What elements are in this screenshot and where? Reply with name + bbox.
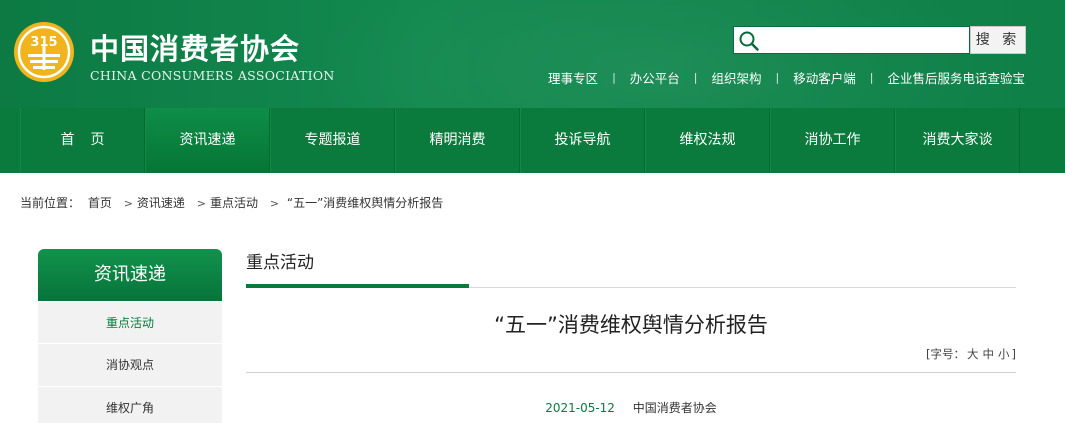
sidebar-item-rights-perspective[interactable]: 维权广角 bbox=[38, 387, 222, 423]
breadcrumb-separator: > bbox=[269, 197, 280, 210]
font-size-small[interactable]: 小 bbox=[998, 347, 1010, 361]
font-size-prefix: [字号： bbox=[926, 347, 965, 361]
article-source: 中国消费者协会 bbox=[632, 401, 717, 415]
nav-item-consumer-forum[interactable]: 消费大家谈 bbox=[895, 108, 1020, 173]
font-size-suffix: ] bbox=[1011, 347, 1017, 361]
top-link-service-lookup[interactable]: 企业售后服务电话查验宝 bbox=[873, 68, 1025, 87]
article-title: “五一”消费维权舆情分析报告 bbox=[494, 313, 768, 337]
top-link-mobile[interactable]: 移动客户端 bbox=[779, 68, 870, 87]
font-size-large[interactable]: 大 bbox=[967, 347, 979, 361]
search-input[interactable] bbox=[762, 29, 962, 51]
main-nav-bar: 首页 资讯速递 专题报道 精明消费 投诉导航 维权法规 消协工作 消费大家谈 bbox=[0, 108, 1065, 173]
nav-item-news[interactable]: 资讯速递 bbox=[145, 108, 270, 173]
search-button[interactable]: 搜 索 bbox=[970, 26, 1026, 54]
nav-item-complaint-guide[interactable]: 投诉导航 bbox=[520, 108, 645, 173]
font-size-medium[interactable]: 中 bbox=[983, 347, 995, 361]
breadcrumb-item-current: “五一”消费维权舆情分析报告 bbox=[286, 196, 444, 210]
sidebar-item-association-views[interactable]: 消协观点 bbox=[38, 344, 222, 386]
breadcrumb-separator: > bbox=[196, 197, 206, 210]
breadcrumb-item-home[interactable]: 首页 bbox=[88, 196, 112, 210]
main-content: 重点活动 “五一”消费维权舆情分析报告 [字号：大中小] 2021-05-12 … bbox=[246, 249, 1016, 416]
nav-item-smart-consumption[interactable]: 精明消费 bbox=[395, 108, 520, 173]
nav-item-rights-laws[interactable]: 维权法规 bbox=[645, 108, 770, 173]
sidebar-title: 资讯速递 bbox=[38, 249, 222, 301]
site-header: 315 中国消费者协会 CHINA CONSUMERS ASSOCIATION … bbox=[0, 0, 1065, 108]
nav-item-home[interactable]: 首页 bbox=[20, 108, 145, 173]
cca-logo-icon[interactable]: 315 bbox=[12, 20, 76, 84]
font-size-controls: [字号：大中小] bbox=[246, 346, 1016, 362]
section-divider-accent bbox=[246, 284, 469, 288]
sidebar-item-key-activities[interactable]: 重点活动 bbox=[38, 301, 222, 343]
top-links: 理事专区 | 办公平台 | 组织架构 | 移动客户端 | 企业售后服务电话查验宝 bbox=[534, 68, 1025, 87]
top-link-office[interactable]: 办公平台 bbox=[616, 68, 694, 87]
section-divider bbox=[246, 284, 1016, 288]
top-link-organization[interactable]: 组织架构 bbox=[698, 68, 776, 87]
main-nav: 首页 资讯速递 专题报道 精明消费 投诉导航 维权法规 消协工作 消费大家谈 bbox=[20, 108, 1020, 173]
breadcrumb-item-key-activities[interactable]: 重点活动 bbox=[210, 196, 258, 210]
breadcrumb-label: 当前位置： bbox=[20, 196, 81, 210]
article-date: 2021-05-12 bbox=[545, 401, 615, 415]
top-link-council[interactable]: 理事专区 bbox=[534, 68, 612, 87]
article-divider bbox=[246, 372, 1016, 373]
breadcrumb-separator: > bbox=[123, 197, 133, 210]
nav-item-association-work[interactable]: 消协工作 bbox=[770, 108, 895, 173]
brand-name-cn[interactable]: 中国消费者协会 bbox=[90, 26, 300, 68]
nav-item-label: 首页 bbox=[60, 132, 121, 148]
breadcrumb-item-news[interactable]: 资讯速递 bbox=[137, 196, 185, 210]
breadcrumb: 当前位置： 首页 > 资讯速递 > 重点活动 > “五一”消费维权舆情分析报告 bbox=[20, 194, 447, 211]
section-title: 重点活动 bbox=[246, 253, 314, 273]
brand-name-en: CHINA CONSUMERS ASSOCIATION bbox=[90, 68, 335, 83]
nav-item-special-reports[interactable]: 专题报道 bbox=[270, 108, 395, 173]
search-box bbox=[733, 26, 970, 54]
logo-text: 315 bbox=[30, 35, 57, 50]
header-decoration bbox=[300, 0, 1000, 108]
search-icon bbox=[739, 31, 759, 51]
article-meta: 2021-05-12 中国消费者协会 bbox=[246, 399, 1016, 416]
sidebar: 资讯速递 重点活动 消协观点 维权广角 bbox=[38, 249, 222, 423]
